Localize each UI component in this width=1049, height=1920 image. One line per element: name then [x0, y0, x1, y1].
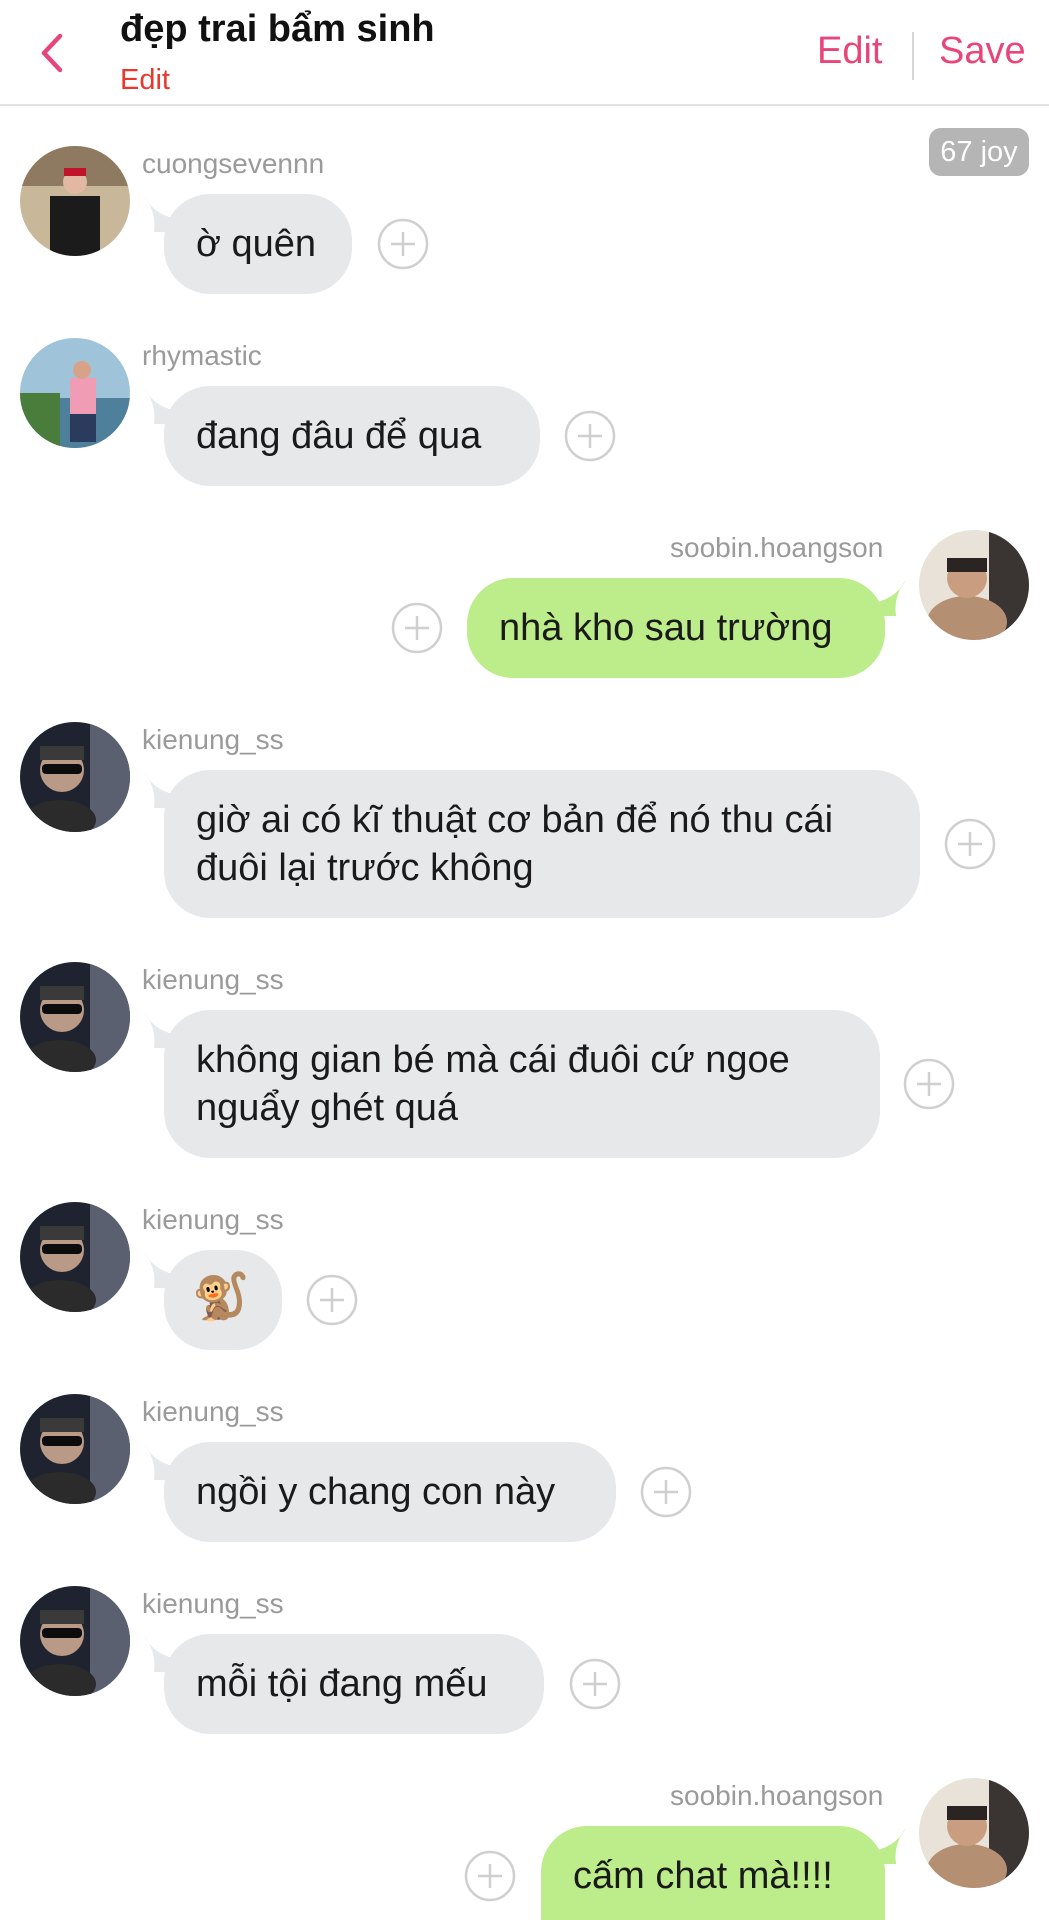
avatar-kienung-ss[interactable] — [20, 1394, 130, 1504]
chat-title: đẹp trai bẩm sinh — [120, 8, 435, 50]
avatar-rhymastic[interactable] — [20, 338, 130, 448]
message-username: kienung_ss — [142, 724, 284, 755]
message-text: giờ ai có kĩ thuật cơ bản để nó thu cái … — [196, 799, 834, 889]
message-username: kienung_ss — [142, 1396, 284, 1427]
avatar-cuongsevennn[interactable] — [20, 146, 130, 256]
add-reaction-button[interactable] — [391, 602, 443, 654]
title-edit-link[interactable]: Edit — [120, 64, 170, 97]
message-bubble[interactable]: cấm chat mà!!!! — [541, 1826, 885, 1920]
message-text: không gian bé mà cái đuôi cứ ngoe nguẩy … — [196, 1039, 790, 1129]
plus-circle-icon — [944, 818, 996, 870]
add-reaction-button[interactable] — [903, 1058, 955, 1110]
message-bubble[interactable]: 🐒 — [164, 1250, 282, 1350]
plus-circle-icon — [564, 410, 616, 462]
chevron-left-icon — [41, 33, 63, 73]
message-username: kienung_ss — [142, 964, 284, 995]
avatar-kienung-ss[interactable] — [20, 722, 130, 832]
plus-circle-icon — [391, 602, 443, 654]
add-reaction-button[interactable] — [306, 1274, 358, 1326]
avatar-kienung-ss[interactable] — [20, 962, 130, 1072]
message-username: cuongsevennn — [142, 148, 325, 179]
chat-header: đẹp trai bẩm sinh Edit Edit Save — [0, 0, 1049, 106]
message-bubble[interactable]: ờ quên — [164, 194, 352, 294]
plus-circle-icon — [377, 218, 429, 270]
avatar-soobin-hoangson[interactable] — [919, 1778, 1029, 1888]
add-reaction-button[interactable] — [569, 1658, 621, 1710]
back-button[interactable] — [36, 30, 70, 76]
avatar-kienung-ss[interactable] — [20, 1202, 130, 1312]
message-username: kienung_ss — [142, 1204, 284, 1235]
header-divider — [912, 32, 914, 80]
message-username: rhymastic — [142, 340, 262, 371]
message-text: ngồi y chang con này — [196, 1471, 556, 1513]
add-reaction-button[interactable] — [944, 818, 996, 870]
message-bubble[interactable]: giờ ai có kĩ thuật cơ bản để nó thu cái … — [164, 770, 920, 918]
plus-circle-icon — [640, 1466, 692, 1518]
save-button[interactable]: Save — [939, 30, 1026, 73]
add-reaction-button[interactable] — [640, 1466, 692, 1518]
joy-count-badge: 67 joy — [929, 128, 1029, 176]
message-text: cấm chat mà!!!! — [573, 1855, 833, 1897]
message-username: kienung_ss — [142, 1588, 284, 1619]
message-text: nhà kho sau trường — [499, 607, 833, 649]
message-username: soobin.hoangson — [670, 532, 884, 563]
add-reaction-button[interactable] — [564, 410, 616, 462]
add-reaction-button[interactable] — [464, 1850, 516, 1902]
monkey-emoji-icon: 🐒 — [192, 1270, 250, 1322]
plus-circle-icon — [903, 1058, 955, 1110]
plus-circle-icon — [569, 1658, 621, 1710]
message-text: mỗi tội đang mếu — [196, 1663, 488, 1705]
add-reaction-button[interactable] — [377, 218, 429, 270]
message-username: soobin.hoangson — [670, 1780, 884, 1811]
message-text: đang đâu để qua — [196, 415, 482, 457]
message-bubble[interactable]: đang đâu để qua — [164, 386, 540, 486]
edit-button[interactable]: Edit — [817, 30, 882, 73]
message-bubble[interactable]: mỗi tội đang mếu — [164, 1634, 544, 1734]
message-bubble[interactable]: ngồi y chang con này — [164, 1442, 616, 1542]
avatar-kienung-ss[interactable] — [20, 1586, 130, 1696]
avatar-soobin-hoangson[interactable] — [919, 530, 1029, 640]
message-bubble[interactable]: không gian bé mà cái đuôi cứ ngoe nguẩy … — [164, 1010, 880, 1158]
message-bubble[interactable]: nhà kho sau trường — [467, 578, 885, 678]
plus-circle-icon — [306, 1274, 358, 1326]
plus-circle-icon — [464, 1850, 516, 1902]
message-text: ờ quên — [196, 223, 317, 265]
